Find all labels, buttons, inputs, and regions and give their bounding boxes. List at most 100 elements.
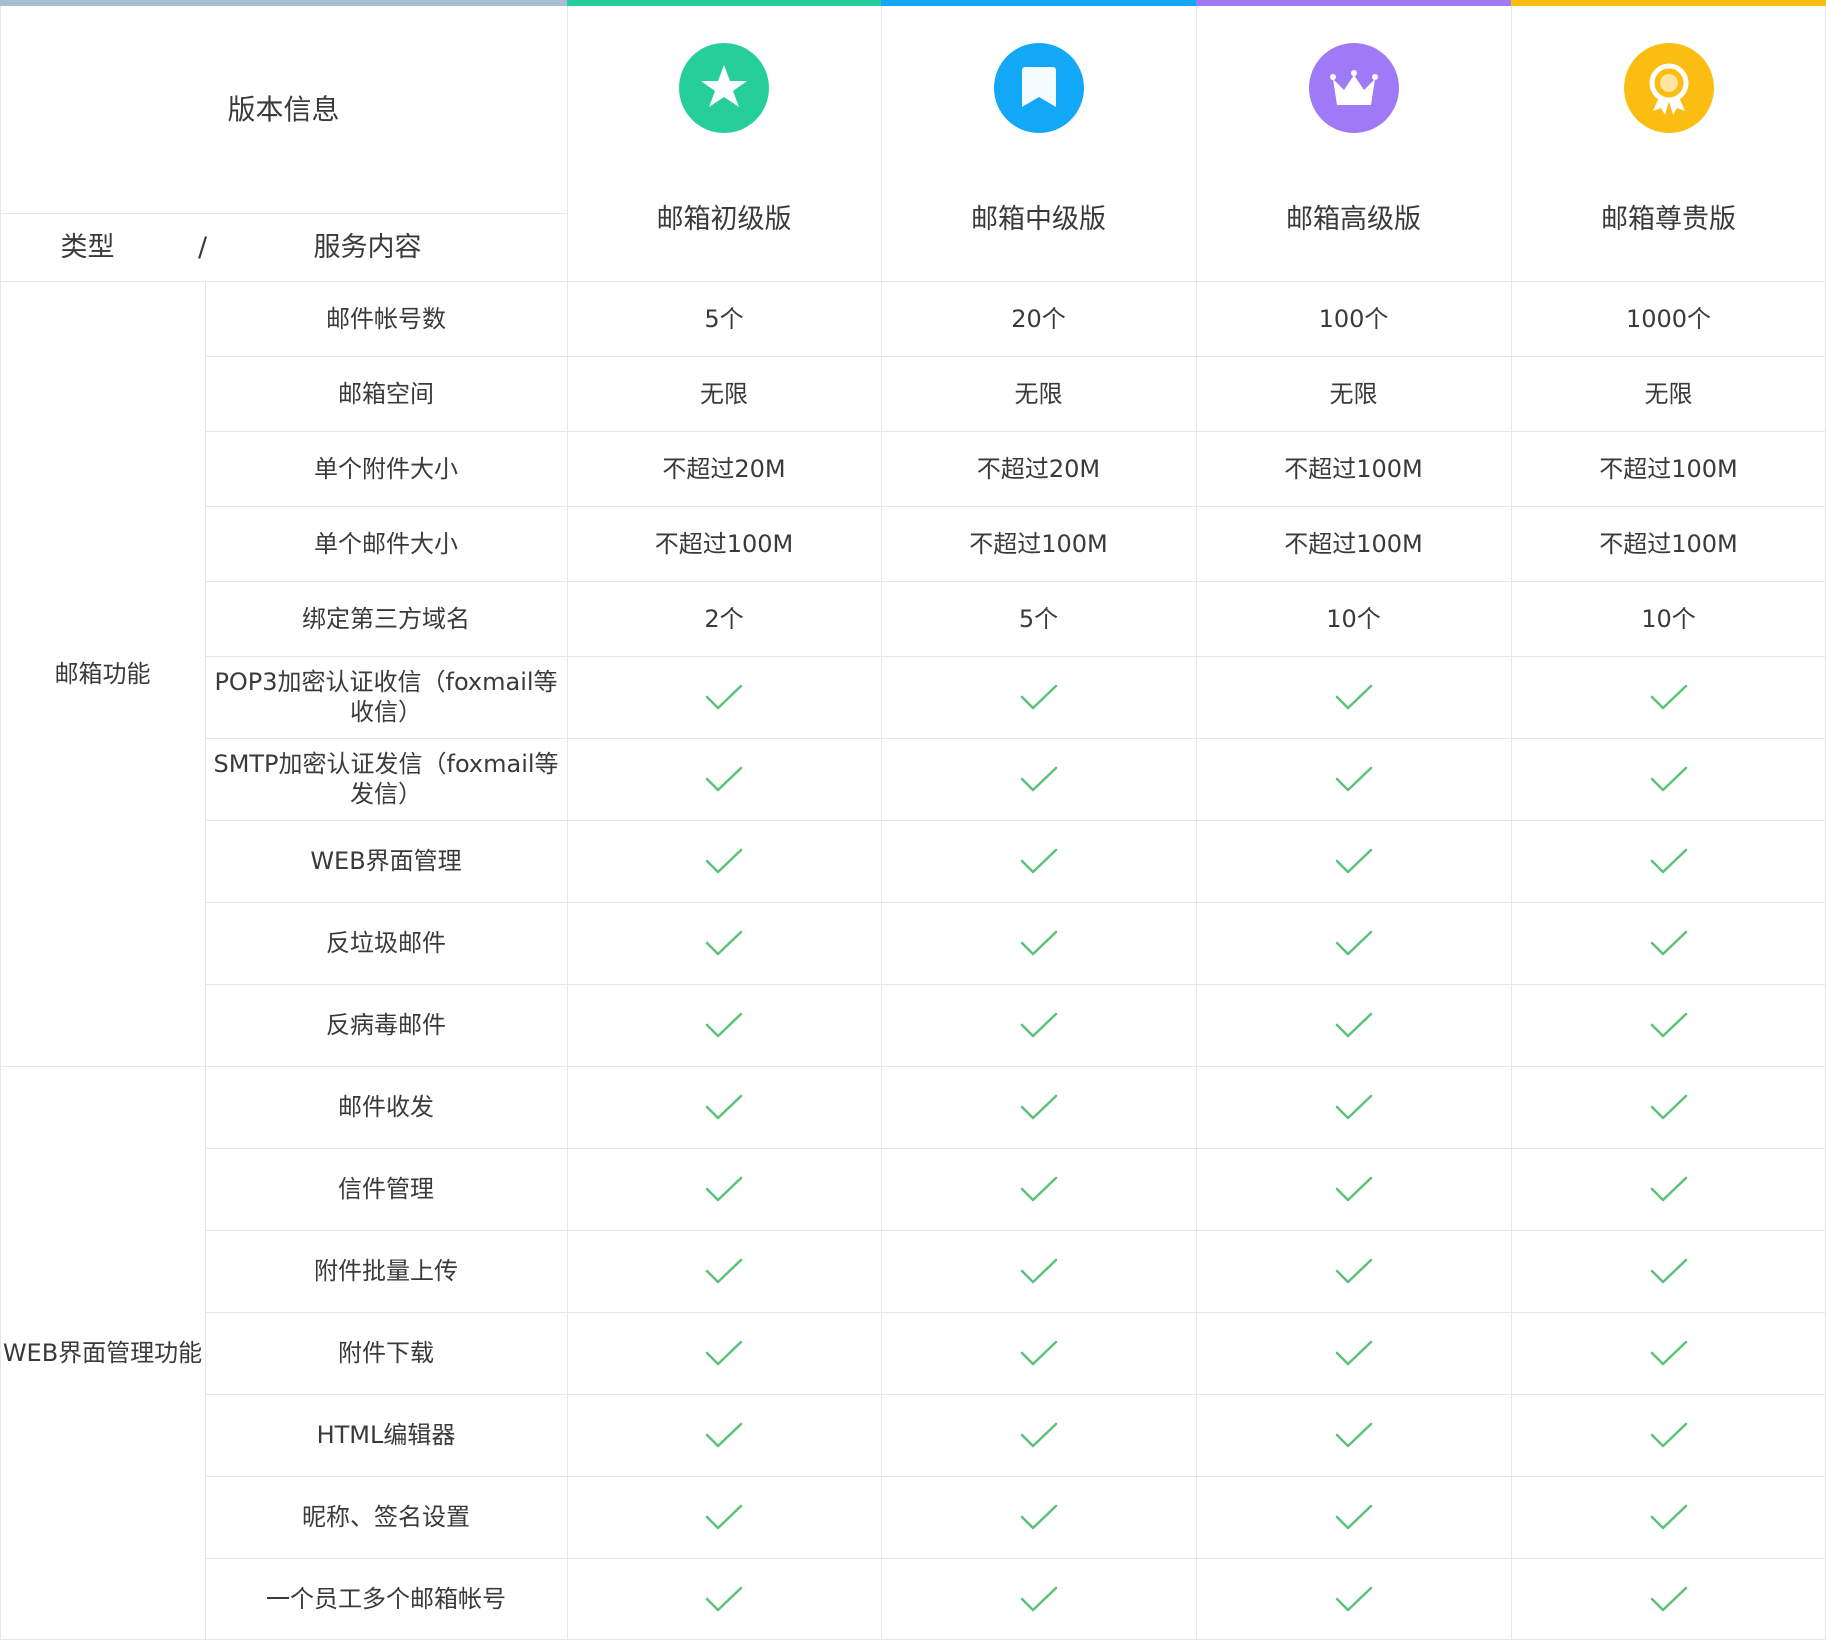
feature-label: HTML编辑器 xyxy=(316,1421,456,1449)
check-icon xyxy=(1649,1093,1689,1121)
table-bottom-border xyxy=(0,1639,1826,1640)
check-icon xyxy=(1019,1093,1059,1121)
row-divider xyxy=(205,1230,1826,1231)
check-icon xyxy=(1334,1339,1374,1367)
feature-label: POP3加密认证收信（foxmail等 收信） xyxy=(214,668,558,726)
plan-accent-bar xyxy=(881,0,1196,6)
row-divider xyxy=(205,506,1826,507)
value-cell: 1000个 xyxy=(1625,304,1712,333)
value-cell: 5个 xyxy=(704,304,744,333)
crown-icon xyxy=(1329,70,1378,105)
value-cell: 不超过20M xyxy=(662,454,786,483)
check-icon xyxy=(1334,1011,1374,1039)
check-icon xyxy=(1019,1503,1059,1531)
star-icon xyxy=(701,65,747,107)
crown-badge xyxy=(1308,43,1399,133)
check-icon xyxy=(1649,929,1689,957)
check-icon xyxy=(1019,1257,1059,1285)
check-icon xyxy=(1334,765,1374,793)
medal-badge xyxy=(1623,43,1714,133)
group-label: WEB界面管理功能 xyxy=(2,1339,203,1367)
check-icon xyxy=(1019,1011,1059,1039)
check-icon xyxy=(1334,1585,1374,1613)
feature-label: 反垃圾邮件 xyxy=(326,929,446,957)
group-divider xyxy=(0,1066,205,1067)
check-icon xyxy=(704,1339,744,1367)
check-icon xyxy=(1334,1093,1374,1121)
row-divider xyxy=(205,1148,1826,1149)
check-icon xyxy=(1649,765,1689,793)
value-cell: 不超过100M xyxy=(654,529,794,558)
row-divider xyxy=(205,1558,1826,1559)
row-divider xyxy=(205,1476,1826,1477)
check-icon xyxy=(1649,1257,1689,1285)
column-divider xyxy=(567,6,568,1640)
check-icon xyxy=(704,765,744,793)
plan-name: 邮箱高级版 xyxy=(1286,204,1421,236)
row-divider xyxy=(205,656,1826,657)
row-divider xyxy=(205,1312,1826,1313)
check-icon xyxy=(704,1585,744,1613)
group-column-divider xyxy=(205,281,206,1640)
plan-name: 邮箱初级版 xyxy=(656,204,792,236)
check-icon xyxy=(1334,929,1374,957)
check-icon xyxy=(1649,1421,1689,1449)
value-cell: 无限 xyxy=(700,379,748,408)
value-cell: 10个 xyxy=(1326,604,1381,633)
check-icon xyxy=(1649,1011,1689,1039)
value-cell: 不超过20M xyxy=(976,454,1101,483)
column-divider xyxy=(881,6,882,1640)
plan-name: 邮箱中级版 xyxy=(971,204,1106,236)
check-icon xyxy=(1019,765,1059,793)
feature-label: 一个员工多个邮箱帐号 xyxy=(266,1585,506,1613)
medal-icon xyxy=(1649,63,1688,115)
value-cell: 无限 xyxy=(1644,379,1693,408)
value-cell: 无限 xyxy=(1329,379,1378,408)
plan-accent-bar xyxy=(1511,0,1826,6)
left-border xyxy=(0,6,1,1640)
check-icon xyxy=(704,683,744,711)
row-divider xyxy=(205,1066,1826,1067)
header-divider xyxy=(0,213,567,214)
row-divider xyxy=(205,431,1826,432)
plan-accent-bar xyxy=(567,0,881,6)
version-info-header: 版本信息 xyxy=(227,93,340,126)
row-divider xyxy=(205,581,1826,582)
feature-label: 邮箱空间 xyxy=(338,379,434,408)
column-divider xyxy=(1196,6,1197,1640)
check-icon xyxy=(1649,1585,1689,1613)
feature-label: 附件下载 xyxy=(338,1339,434,1367)
value-cell: 不超过100M xyxy=(1599,454,1738,483)
check-icon xyxy=(1649,847,1689,875)
check-icon xyxy=(1019,847,1059,875)
feature-label: 单个附件大小 xyxy=(314,454,458,483)
value-cell: 5个 xyxy=(1018,604,1059,633)
value-cell: 不超过100M xyxy=(1599,529,1738,558)
plan-name: 邮箱尊贵版 xyxy=(1601,204,1736,236)
check-icon xyxy=(1019,1421,1059,1449)
check-icon xyxy=(704,929,744,957)
bookmark-icon xyxy=(1021,67,1056,107)
check-icon xyxy=(704,1011,744,1039)
check-icon xyxy=(1334,847,1374,875)
check-icon xyxy=(704,1175,744,1203)
feature-label: 邮件收发 xyxy=(338,1093,434,1121)
check-icon xyxy=(1649,1175,1689,1203)
check-icon xyxy=(1334,683,1374,711)
header-bottom-divider xyxy=(0,281,1826,282)
feature-label: 昵称、签名设置 xyxy=(302,1503,470,1531)
row-divider xyxy=(205,738,1826,739)
feature-label: 单个邮件大小 xyxy=(314,529,458,558)
check-icon xyxy=(704,1421,744,1449)
check-icon xyxy=(1649,683,1689,711)
feature-label: 绑定第三方域名 xyxy=(302,604,470,633)
value-cell: 20个 xyxy=(1011,304,1066,333)
check-icon xyxy=(1649,1503,1689,1531)
check-icon xyxy=(1019,1585,1059,1613)
column-divider xyxy=(1511,6,1512,1640)
value-cell: 不超过100M xyxy=(969,529,1108,558)
row-divider xyxy=(205,984,1826,985)
value-cell: 10个 xyxy=(1641,604,1696,633)
star-badge xyxy=(679,43,769,133)
feature-label: SMTP加密认证发信（foxmail等 发信） xyxy=(213,750,559,808)
